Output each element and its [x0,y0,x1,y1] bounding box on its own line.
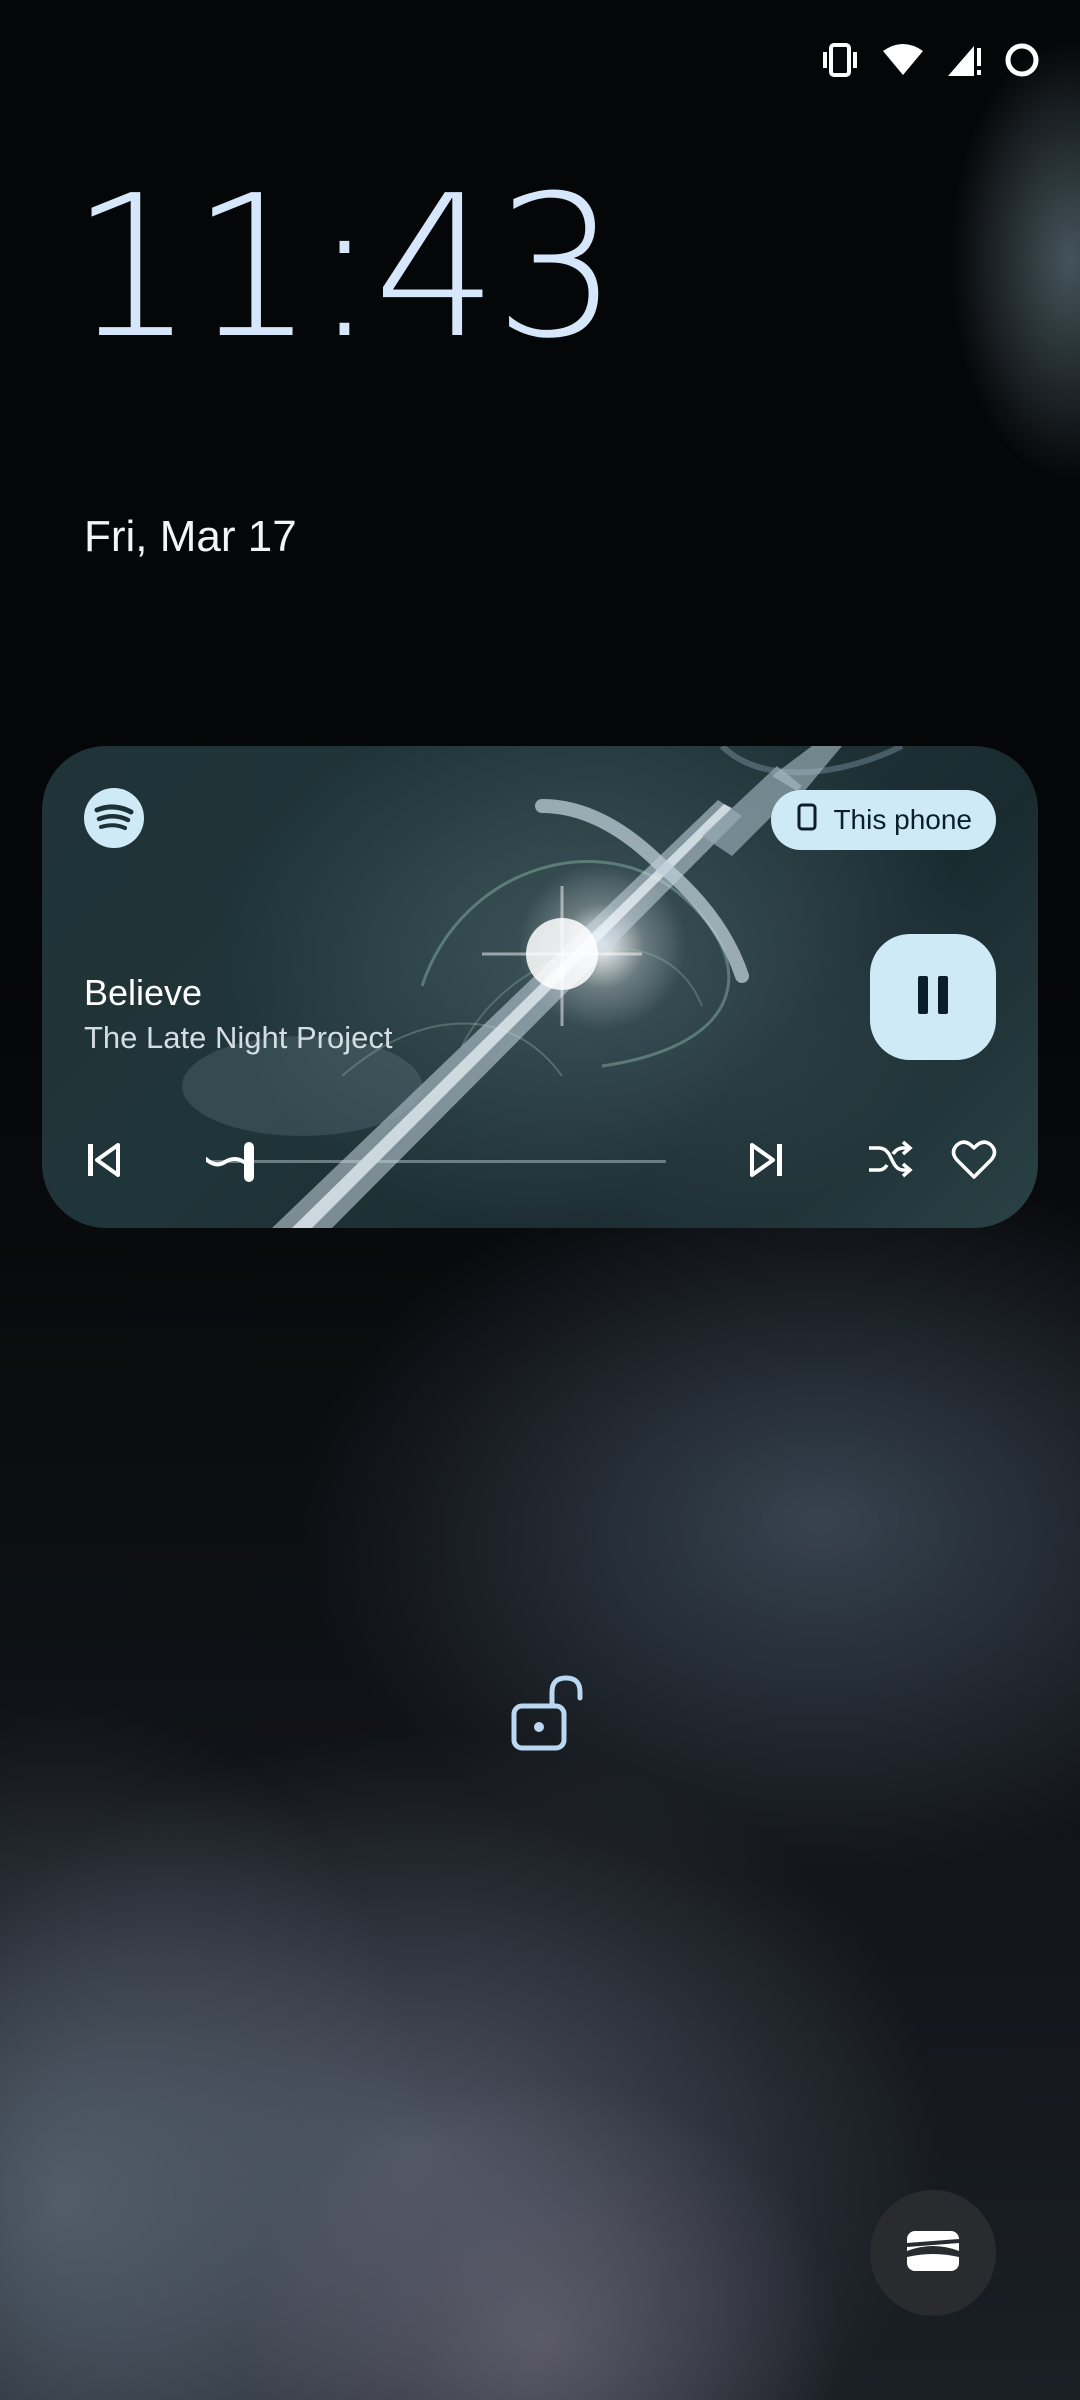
shuffle-button[interactable] [850,1122,930,1202]
seek-track [206,1160,666,1163]
seek-bar[interactable] [206,1122,666,1202]
seek-progress [206,1157,244,1167]
output-device-chip[interactable]: This phone [771,790,996,850]
spotify-icon [84,788,144,848]
lockscreen-date: Fri, Mar 17 [84,512,297,561]
track-title: Believe [84,972,203,1013]
lockscreen-clock: 11:43 [70,154,619,382]
signal-icon [946,42,982,78]
wallet-button[interactable] [870,2190,996,2316]
previous-icon [86,1142,122,1182]
phone-icon [797,803,817,838]
heart-icon [951,1139,997,1185]
status-bar [820,36,1040,84]
output-device-label: This phone [833,804,972,835]
seek-thumb[interactable] [244,1142,254,1182]
unlock-icon[interactable] [506,1672,586,1752]
media-player-card[interactable]: This phone Believe The Late Night Projec… [42,746,1038,1228]
vibrate-icon [820,43,860,77]
wallet-icon [905,2227,961,2279]
next-button[interactable] [726,1122,806,1202]
media-controls [42,1122,1038,1202]
pause-button[interactable] [870,934,996,1060]
like-button[interactable] [934,1122,1014,1202]
battery-icon [1004,42,1040,78]
track-artist: The Late Night Project [84,1020,393,1055]
pause-icon [916,976,950,1018]
next-icon [748,1142,784,1182]
shuffle-icon [867,1140,913,1184]
wifi-icon [882,43,924,77]
previous-button[interactable] [64,1122,144,1202]
